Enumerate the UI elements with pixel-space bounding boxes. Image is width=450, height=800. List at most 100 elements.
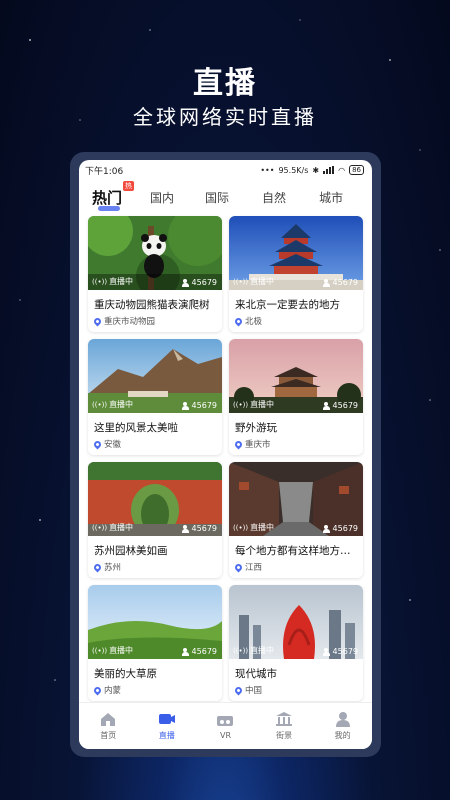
live-card[interactable]: ((•)) 直播中 45679 每个地方都有这样地方… 江西 bbox=[229, 462, 363, 578]
nav-label: 街景 bbox=[276, 731, 293, 740]
viewer-count: 45679 bbox=[322, 278, 358, 287]
person-icon bbox=[181, 401, 189, 410]
bluetooth-icon: ✱ bbox=[312, 165, 320, 175]
person-icon bbox=[322, 401, 330, 410]
viewer-count: 45679 bbox=[322, 647, 358, 656]
card-title: 来北京一定要去的地方 bbox=[235, 299, 340, 311]
live-card[interactable]: ((•)) 直播中 45679 野外游玩 重庆市 bbox=[229, 339, 363, 455]
tab-international[interactable]: 国际 bbox=[205, 189, 229, 206]
person-icon bbox=[181, 278, 189, 287]
bottom-nav: 首页 直播 VR 街景 我的 bbox=[79, 702, 372, 749]
location-pin-icon bbox=[92, 685, 103, 695]
live-thumbnail: ((•)) 直播中 45679 bbox=[88, 462, 222, 536]
nav-street-view[interactable]: 街景 bbox=[259, 711, 309, 741]
live-card[interactable]: ((•)) 直播中 45679 这里的风景太美啦 安徽 bbox=[88, 339, 222, 455]
viewer-count: 45679 bbox=[181, 401, 217, 410]
video-camera-icon bbox=[158, 714, 175, 724]
signal-icon bbox=[323, 166, 335, 174]
tab-domestic[interactable]: 国内 bbox=[150, 189, 174, 206]
live-signal-icon: ((•)) bbox=[92, 646, 108, 655]
tab-hot[interactable]: 热门 热 bbox=[92, 180, 135, 211]
card-location: 重庆市 bbox=[229, 435, 363, 450]
location-pin-icon bbox=[92, 316, 103, 326]
live-status: ((•)) 直播中 bbox=[92, 646, 134, 655]
nav-label: 首页 bbox=[100, 731, 117, 740]
vr-icon bbox=[217, 716, 234, 726]
live-thumbnail: ((•)) 直播中 45679 bbox=[88, 585, 222, 659]
battery-icon: 86 bbox=[349, 165, 364, 175]
live-signal-icon: ((•)) bbox=[92, 400, 108, 409]
card-location: 安徽 bbox=[88, 435, 222, 450]
live-signal-icon: ((•)) bbox=[92, 277, 108, 286]
card-title: 每个地方都有这样地方… bbox=[235, 545, 351, 557]
live-thumbnail: ((•)) 直播中 45679 bbox=[229, 216, 363, 290]
viewer-count: 45679 bbox=[181, 524, 217, 533]
card-location: 苏州 bbox=[88, 558, 222, 573]
nav-home[interactable]: 首页 bbox=[83, 711, 133, 741]
viewer-count: 45679 bbox=[322, 401, 358, 410]
network-speed: 95.5K/s bbox=[278, 165, 309, 175]
person-icon bbox=[181, 647, 189, 656]
user-icon bbox=[335, 712, 350, 727]
live-status: ((•)) 直播中 bbox=[92, 400, 134, 409]
card-title: 现代城市 bbox=[235, 668, 277, 680]
nav-vr[interactable]: VR bbox=[200, 712, 250, 740]
hero-subtitle: 全球网络实时直播 bbox=[133, 105, 317, 129]
phone-frame: 下午1:06 ••• 95.5K/s ✱ ◠ 86 热门 热 国内 国际 自然 … bbox=[70, 152, 381, 757]
live-signal-icon: ((•)) bbox=[233, 646, 249, 655]
card-location: 北极 bbox=[229, 312, 363, 327]
live-thumbnail: ((•)) 直播中 45679 bbox=[88, 216, 222, 290]
nav-live[interactable]: 直播 bbox=[142, 711, 192, 741]
live-grid: ((•)) 直播中 45679 重庆动物园熊猫表演爬树 重庆市动物园 ((•))… bbox=[88, 216, 363, 701]
tab-nature[interactable]: 自然 bbox=[262, 189, 286, 206]
person-icon bbox=[322, 524, 330, 533]
live-signal-icon: ((•)) bbox=[233, 523, 249, 532]
location-pin-icon bbox=[233, 439, 244, 449]
live-status: ((•)) 直播中 bbox=[233, 646, 275, 655]
live-card[interactable]: ((•)) 直播中 45679 苏州园林美如画 苏州 bbox=[88, 462, 222, 578]
nav-profile[interactable]: 我的 bbox=[318, 711, 368, 741]
live-thumbnail: ((•)) 直播中 45679 bbox=[88, 339, 222, 413]
card-location: 中国 bbox=[229, 681, 363, 696]
nav-label: 直播 bbox=[158, 731, 175, 740]
live-card[interactable]: ((•)) 直播中 45679 美丽的大草原 内蒙 bbox=[88, 585, 222, 701]
viewer-count: 45679 bbox=[322, 524, 358, 533]
hero-title: 直播 bbox=[193, 66, 257, 101]
card-title: 重庆动物园熊猫表演爬树 bbox=[94, 299, 210, 311]
card-location: 江西 bbox=[229, 558, 363, 573]
card-location: 重庆市动物园 bbox=[88, 312, 222, 327]
card-title: 这里的风景太美啦 bbox=[94, 422, 178, 434]
landmark-icon bbox=[276, 712, 293, 726]
location-pin-icon bbox=[233, 562, 244, 572]
person-icon bbox=[322, 278, 330, 287]
live-status: ((•)) 直播中 bbox=[233, 277, 275, 286]
live-thumbnail: ((•)) 直播中 45679 bbox=[229, 462, 363, 536]
nav-label: VR bbox=[219, 731, 231, 740]
hot-badge: 热 bbox=[123, 180, 135, 191]
live-signal-icon: ((•)) bbox=[233, 277, 249, 286]
live-status: ((•)) 直播中 bbox=[233, 400, 275, 409]
live-status: ((•)) 直播中 bbox=[92, 523, 134, 532]
category-tabs: 热门 热 国内 国际 自然 城市 bbox=[79, 180, 372, 214]
live-status: ((•)) 直播中 bbox=[233, 523, 275, 532]
live-thumbnail: ((•)) 直播中 45679 bbox=[229, 339, 363, 413]
live-signal-icon: ((•)) bbox=[92, 523, 108, 532]
app-screen: 下午1:06 ••• 95.5K/s ✱ ◠ 86 热门 热 国内 国际 自然 … bbox=[79, 160, 372, 749]
live-card[interactable]: ((•)) 直播中 45679 现代城市 中国 bbox=[229, 585, 363, 701]
person-icon bbox=[322, 647, 330, 656]
tab-label: 热门 bbox=[92, 188, 123, 207]
live-card[interactable]: ((•)) 直播中 45679 重庆动物园熊猫表演爬树 重庆市动物园 bbox=[88, 216, 222, 332]
location-pin-icon bbox=[233, 685, 244, 695]
person-icon bbox=[181, 524, 189, 533]
viewer-count: 45679 bbox=[181, 647, 217, 656]
wifi-icon: ◠ bbox=[338, 165, 346, 175]
active-tab-indicator bbox=[98, 205, 120, 211]
live-card[interactable]: ((•)) 直播中 45679 来北京一定要去的地方 北极 bbox=[229, 216, 363, 332]
live-signal-icon: ((•)) bbox=[233, 400, 249, 409]
card-title: 野外游玩 bbox=[235, 422, 277, 434]
home-icon bbox=[101, 713, 116, 726]
tab-city[interactable]: 城市 bbox=[319, 189, 343, 206]
status-time: 下午1:06 bbox=[85, 166, 124, 177]
location-pin-icon bbox=[92, 439, 103, 449]
status-bar: 下午1:06 ••• 95.5K/s ✱ ◠ 86 bbox=[79, 160, 372, 180]
